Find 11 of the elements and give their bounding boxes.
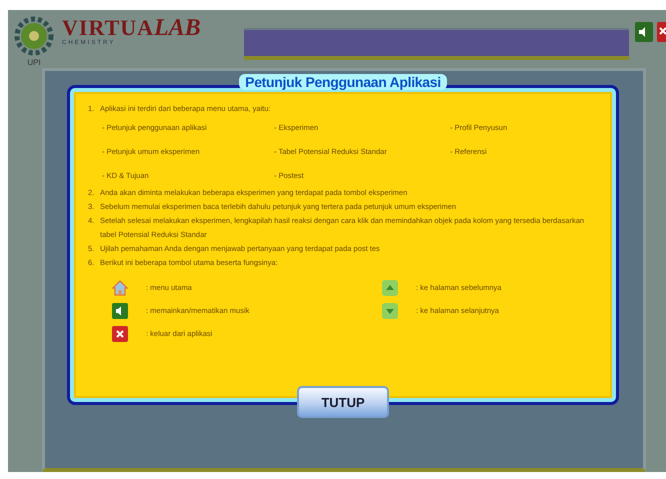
org-label: UPI (27, 58, 41, 67)
speaker-icon[interactable] (635, 22, 653, 42)
logo-text: LAB (154, 16, 201, 40)
close-icon (112, 326, 128, 342)
gear-icon (14, 16, 54, 56)
dialog-title: Petunjuk Penggunaan Aplikasi (239, 74, 447, 90)
close-icon[interactable] (657, 22, 666, 42)
house-icon (112, 280, 128, 296)
logo-text: VIRTUA (62, 16, 154, 40)
close-button[interactable]: TUTUP (297, 386, 389, 418)
speaker-icon (112, 302, 128, 318)
